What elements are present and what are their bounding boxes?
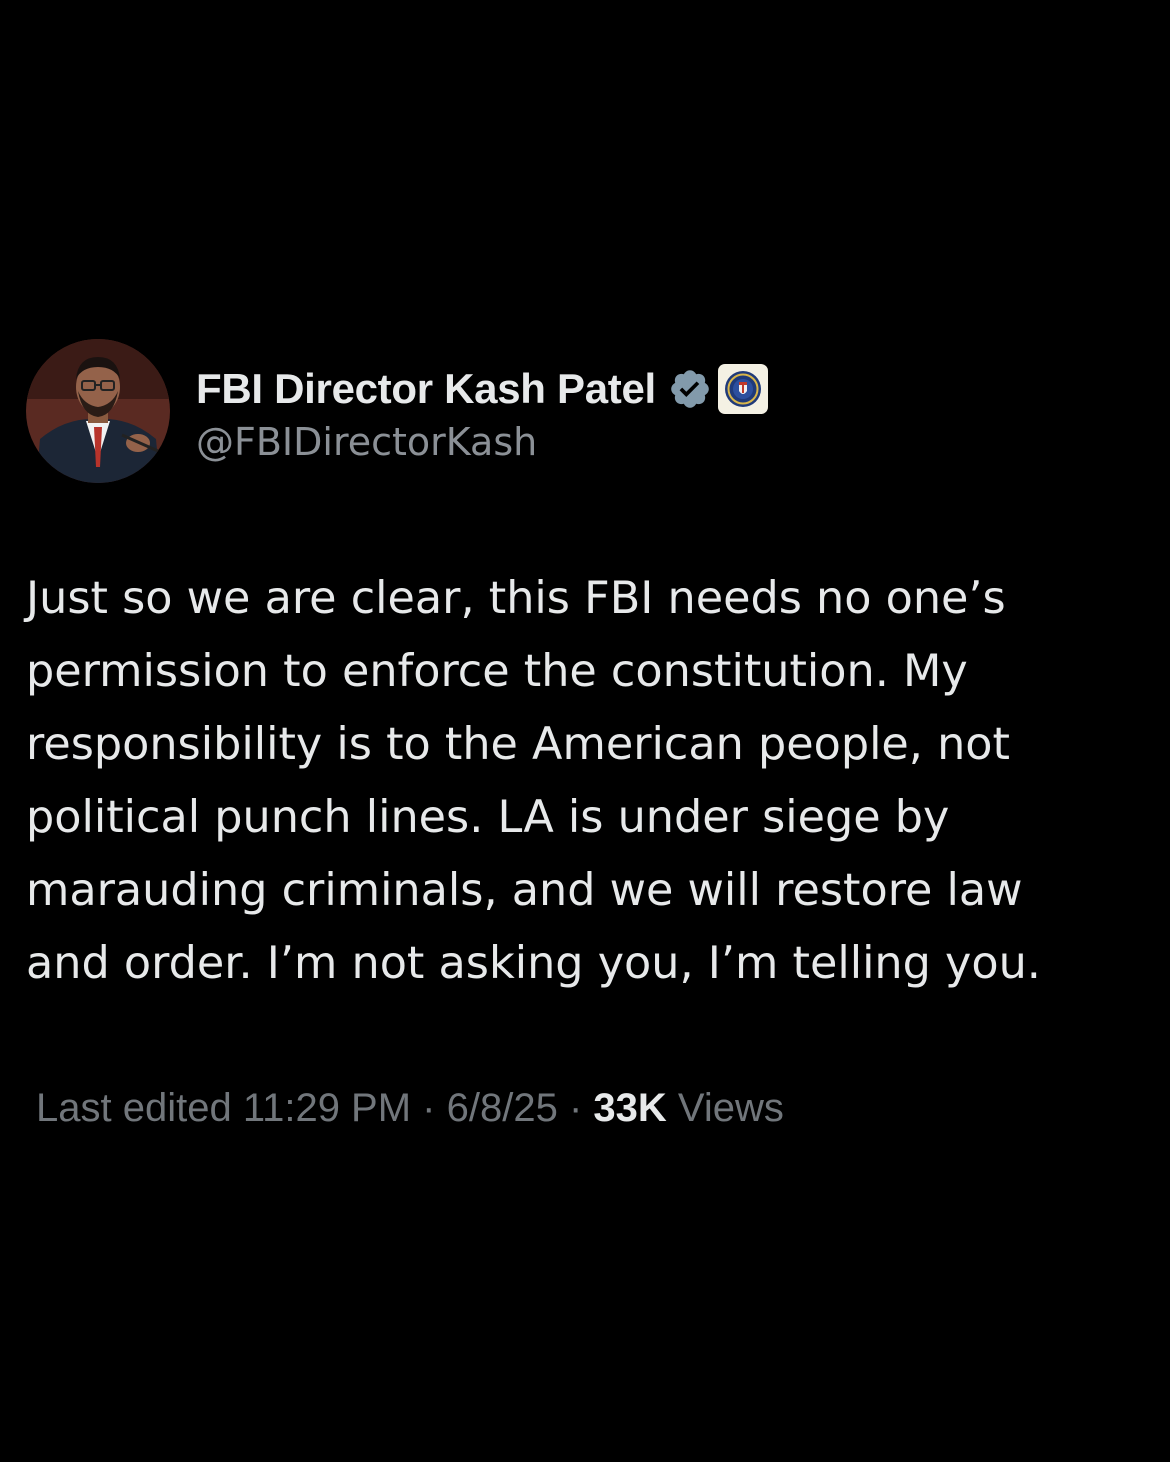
author-handle[interactable]: @FBIDirectorKash	[196, 420, 768, 464]
profile-photo-avatar	[26, 339, 170, 483]
author-names: FBI Director Kash Patel @FBIDirectorKash	[196, 358, 768, 464]
views-count[interactable]: 33K	[593, 1086, 666, 1130]
tweet-text-line: Just so we are clear, this FBI needs no …	[26, 573, 1006, 624]
display-name-row: FBI Director Kash Patel	[196, 358, 768, 420]
verified-badge-icon[interactable]	[668, 367, 712, 411]
avatar[interactable]	[26, 339, 170, 483]
tweet-meta: Last edited 11:29 PM · 6/8/25 · 33K View…	[26, 1086, 1146, 1131]
tweet-text-line: and order. I’m not asking you, I’m telli…	[26, 938, 1041, 989]
tweet-text-line: marauding criminals, and we will restore…	[26, 865, 1023, 916]
tweet-text-line: political punch lines. LA is under siege…	[26, 792, 950, 843]
tweet-text-line: permission to enforce the constitution. …	[26, 646, 968, 697]
fbi-seal-icon[interactable]	[717, 364, 768, 414]
meta-separator: ·	[557, 1086, 594, 1130]
views-label: Views	[666, 1086, 784, 1130]
tweet-header: FBI Director Kash Patel @FBIDirectorKash	[26, 338, 1146, 484]
tweet-text: Just so we are clear, this FBI needs no …	[26, 562, 1141, 1000]
display-name[interactable]: FBI Director Kash Patel	[196, 365, 656, 413]
tweet-text-line: responsibility is to the American people…	[26, 719, 1010, 770]
tweet-card: FBI Director Kash Patel @FBIDirectorKash…	[26, 338, 1146, 1131]
edited-timestamp[interactable]: Last edited 11:29 PM · 6/8/25	[36, 1086, 558, 1130]
